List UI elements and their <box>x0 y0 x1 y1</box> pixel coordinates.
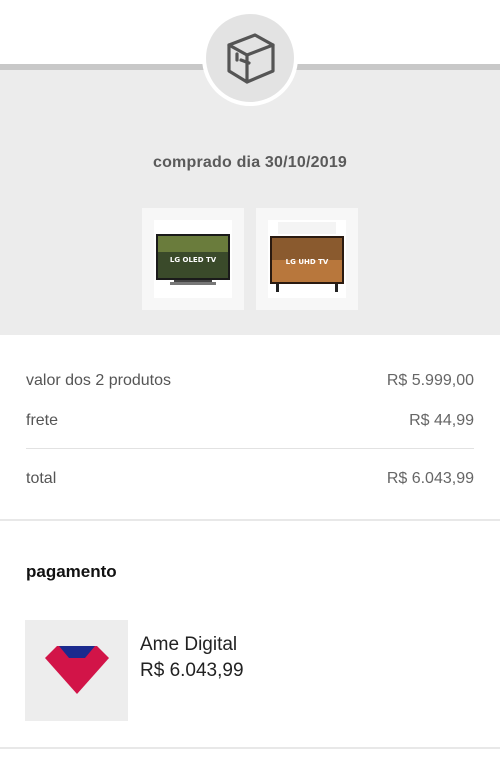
shipping-label: frete <box>26 412 59 429</box>
total-amount: R$ 6.043,99 <box>386 470 474 487</box>
summary-divider <box>26 448 474 449</box>
tv-product-image: LG UHD TV <box>268 220 346 298</box>
product-2-label: LG UHD TV <box>286 258 329 266</box>
purchase-date: comprado dia 30/10/2019 <box>152 154 348 171</box>
products-value-row: valor dos 2 produtos R$ 5.999,00 <box>26 372 474 390</box>
product-thumbnail-2[interactable]: LG UHD TV <box>256 208 358 310</box>
total-row: total R$ 6.043,99 <box>26 470 474 488</box>
shipping-amount: R$ 44,99 <box>409 412 474 429</box>
section-divider <box>0 519 500 521</box>
products-value-amount: R$ 5.999,00 <box>386 372 474 389</box>
package-icon-circle <box>206 14 294 102</box>
products-value-label: valor dos 2 produtos <box>26 372 171 389</box>
package-box-icon <box>227 33 275 84</box>
payment-section-title: pagamento <box>26 562 117 581</box>
package-icon-badge <box>202 10 298 106</box>
payment-method-name: Ame Digital <box>140 634 238 655</box>
order-header-band <box>0 66 500 335</box>
payment-amount: R$ 6.043,99 <box>140 660 244 681</box>
tv-product-image: LG OLED TV <box>154 220 232 298</box>
payment-method-logo <box>25 620 128 721</box>
ame-digital-logo-icon <box>44 645 109 694</box>
total-label: total <box>26 470 57 487</box>
bottom-divider <box>0 747 500 749</box>
order-details-page: comprado dia 30/10/2019 LG OLED TV LG UH… <box>0 0 500 771</box>
shipping-row: frete R$ 44,99 <box>26 412 474 430</box>
product-thumbnail-1[interactable]: LG OLED TV <box>142 208 244 310</box>
product-1-label: LG OLED TV <box>170 256 217 264</box>
